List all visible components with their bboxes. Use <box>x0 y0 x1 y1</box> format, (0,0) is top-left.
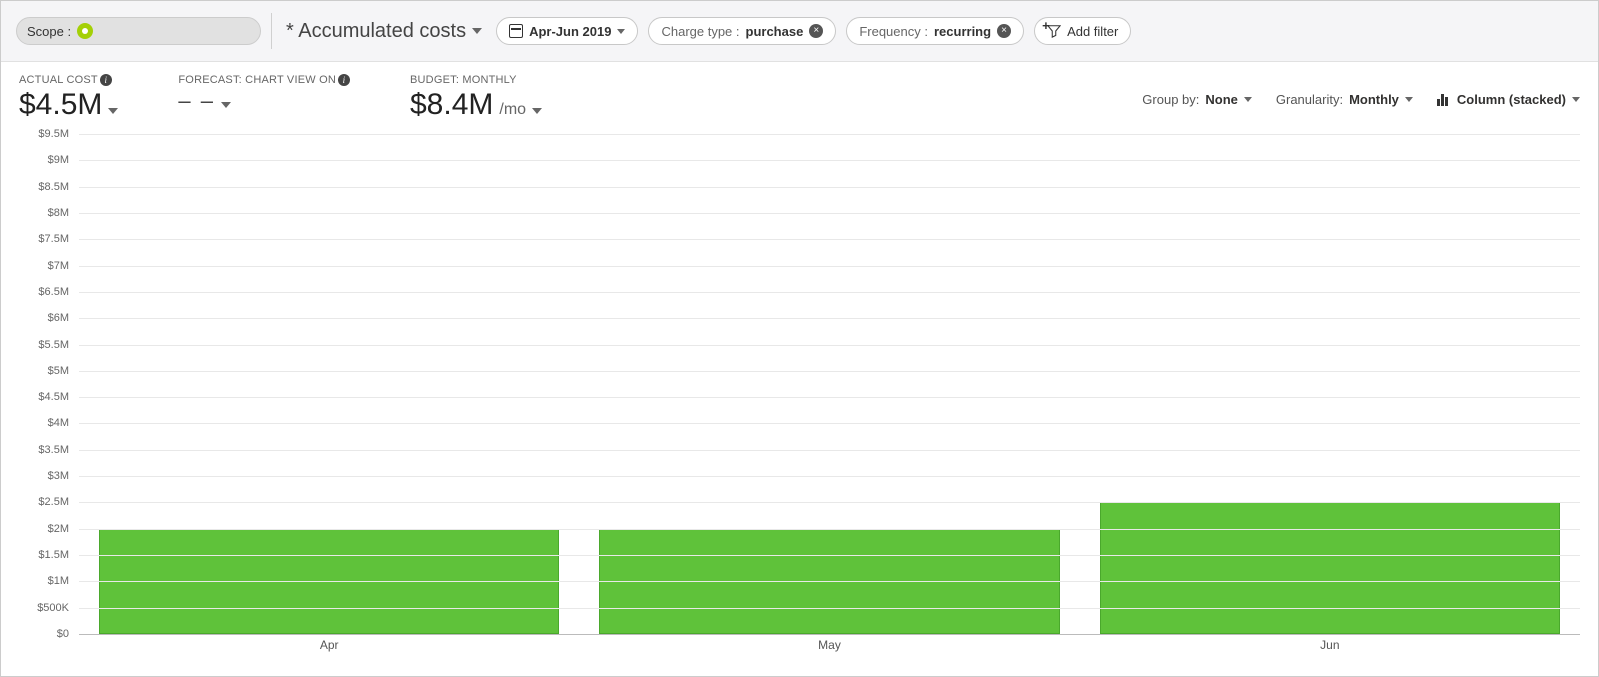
x-axis: AprMayJun <box>79 638 1580 652</box>
gridline <box>79 160 1580 161</box>
gridline <box>79 187 1580 188</box>
date-range-chip[interactable]: Apr-Jun 2019 <box>496 17 638 45</box>
y-tick-label: $4.5M <box>38 391 69 403</box>
scope-label: Scope : <box>27 24 71 39</box>
kpi-label: FORECAST: CHART VIEW ONi <box>178 74 350 86</box>
kpi-label: BUDGET: MONTHLY <box>410 74 542 86</box>
kpi-value: $4.5M <box>19 88 118 122</box>
bar-slot <box>79 134 579 634</box>
scope-icon <box>77 23 93 39</box>
y-tick-label: $9M <box>48 154 69 166</box>
chart-type-selector[interactable]: Column (stacked) <box>1437 92 1580 107</box>
filter-icon: + <box>1047 24 1061 38</box>
chevron-down-icon <box>1405 97 1413 102</box>
y-tick-label: $6M <box>48 312 69 324</box>
bars-container <box>79 134 1580 634</box>
chevron-down-icon[interactable] <box>108 108 118 114</box>
gridline <box>79 292 1580 293</box>
chevron-down-icon[interactable] <box>532 108 542 114</box>
toolbar-divider <box>271 13 272 49</box>
filter-chip-charge-type[interactable]: Charge type : purchase × <box>648 17 836 45</box>
calendar-icon <box>509 24 523 38</box>
filter-chip-frequency[interactable]: Frequency : recurring × <box>846 17 1024 45</box>
view-selector[interactable]: * Accumulated costs <box>282 20 486 43</box>
y-tick-label: $2M <box>48 523 69 535</box>
bar-chart-icon <box>1437 94 1451 106</box>
y-tick-label: $9.5M <box>38 128 69 140</box>
chevron-down-icon <box>1244 97 1252 102</box>
x-tick-label: May <box>579 638 1079 652</box>
gridline <box>79 581 1580 582</box>
kpi-row: ACTUAL COSTi $4.5M FORECAST: CHART VIEW … <box>1 62 1598 122</box>
view-name: * Accumulated costs <box>286 20 466 43</box>
gridline <box>79 213 1580 214</box>
y-tick-label: $6.5M <box>38 286 69 298</box>
gridline <box>79 502 1580 503</box>
y-tick-label: $3M <box>48 470 69 482</box>
x-tick-label: Jun <box>1080 638 1580 652</box>
kpi-budget[interactable]: BUDGET: MONTHLY $8.4M /mo <box>410 74 542 122</box>
kpi-forecast[interactable]: FORECAST: CHART VIEW ONi – – <box>178 74 350 114</box>
gridline <box>79 397 1580 398</box>
group-by-selector[interactable]: Group by: None <box>1142 92 1252 107</box>
bar-slot <box>579 134 1079 634</box>
filter-value: recurring <box>934 24 991 39</box>
kpi-value: $8.4M /mo <box>410 88 542 122</box>
bar[interactable] <box>1100 502 1560 634</box>
y-tick-label: $1M <box>48 575 69 587</box>
y-tick-label: $8.5M <box>38 181 69 193</box>
y-tick-label: $5.5M <box>38 339 69 351</box>
chevron-down-icon <box>1572 97 1580 102</box>
filter-label: Charge type : <box>661 24 739 39</box>
chevron-down-icon[interactable] <box>221 102 231 108</box>
y-tick-label: $5M <box>48 365 69 377</box>
date-range-text: Apr-Jun 2019 <box>529 24 611 39</box>
chevron-down-icon <box>617 29 625 34</box>
y-tick-label: $7M <box>48 260 69 272</box>
chevron-down-icon <box>472 28 482 34</box>
gridline <box>79 555 1580 556</box>
gridline <box>79 266 1580 267</box>
granularity-selector[interactable]: Granularity: Monthly <box>1276 92 1413 107</box>
y-tick-label: $500K <box>37 602 69 614</box>
remove-filter-icon[interactable]: × <box>809 24 823 38</box>
plot-area <box>79 134 1580 634</box>
x-tick-label: Apr <box>79 638 579 652</box>
gridline <box>79 134 1580 135</box>
info-icon[interactable]: i <box>338 74 350 86</box>
gridline <box>79 529 1580 530</box>
gridline <box>79 634 1580 635</box>
bar-slot <box>1080 134 1580 634</box>
add-filter-label: Add filter <box>1067 24 1118 39</box>
gridline <box>79 423 1580 424</box>
y-tick-label: $8M <box>48 207 69 219</box>
info-icon[interactable]: i <box>100 74 112 86</box>
gridline <box>79 476 1580 477</box>
gridline <box>79 345 1580 346</box>
gridline <box>79 239 1580 240</box>
gridline <box>79 450 1580 451</box>
toolbar: Scope : * Accumulated costs Apr-Jun 2019… <box>1 1 1598 62</box>
y-tick-label: $4M <box>48 417 69 429</box>
y-tick-label: $1.5M <box>38 549 69 561</box>
gridline <box>79 318 1580 319</box>
kpi-label: ACTUAL COSTi <box>19 74 118 86</box>
y-tick-label: $0 <box>57 628 69 640</box>
remove-filter-icon[interactable]: × <box>997 24 1011 38</box>
kpi-actual-cost[interactable]: ACTUAL COSTi $4.5M <box>19 74 118 122</box>
y-axis: $0$500K$1M$1.5M$2M$2.5M$3M$3.5M$4M$4.5M$… <box>19 134 73 634</box>
filter-value: purchase <box>746 24 804 39</box>
gridline <box>79 371 1580 372</box>
filter-label: Frequency : <box>859 24 928 39</box>
y-tick-label: $7.5M <box>38 233 69 245</box>
cost-chart: $0 $500K $1M $1.5M $2M $2.5M $3M $3.5M $4M $4.5M $… <box>19 134 1580 664</box>
y-tick-label: $2.5M <box>38 496 69 508</box>
add-filter-button[interactable]: + Add filter <box>1034 17 1131 45</box>
kpi-value: – – <box>178 88 350 114</box>
y-tick-label: $3.5M <box>38 444 69 456</box>
gridline <box>79 608 1580 609</box>
scope-selector[interactable]: Scope : <box>16 17 261 45</box>
chart-controls: Group by: None Granularity: Monthly Colu… <box>1142 92 1580 107</box>
